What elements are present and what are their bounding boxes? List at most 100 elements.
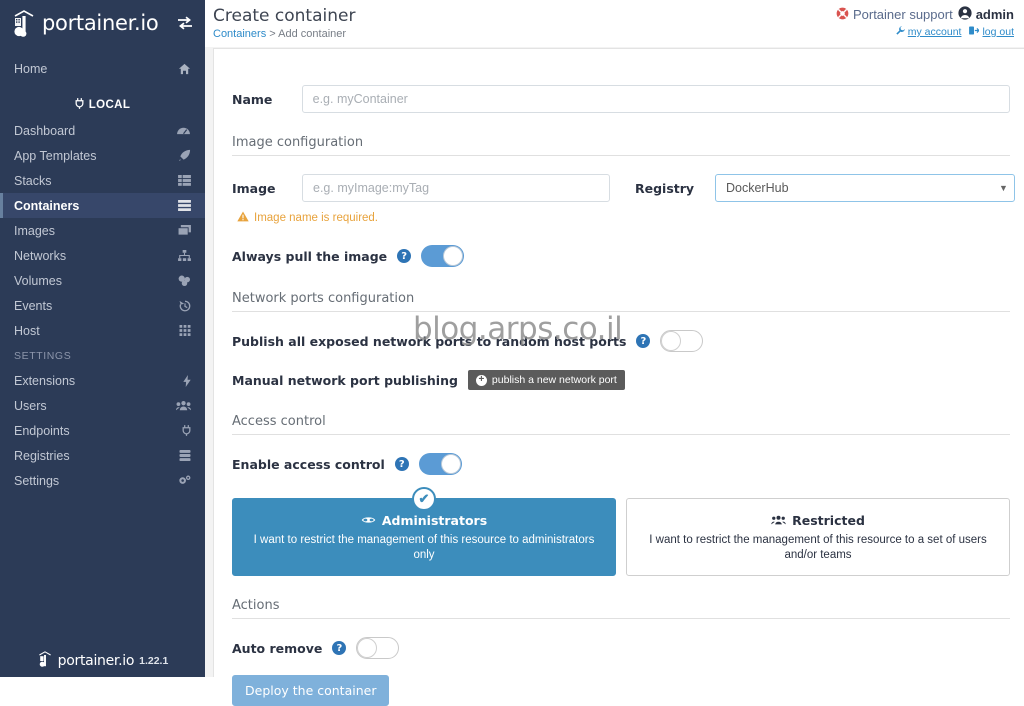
publish-all-ports-row: Publish all exposed network ports to ran… — [232, 330, 1010, 352]
portainer-logo-icon-small — [37, 650, 53, 671]
user-row-primary: Portainer support admin — [836, 6, 1014, 23]
sidebar-item-label: Home — [14, 61, 48, 76]
sidebar: portainer.io Home LOCAL Dashboard App Te… — [0, 0, 205, 677]
sidebar-item-app-templates[interactable]: App Templates — [0, 143, 205, 168]
breadcrumb-containers-link[interactable]: Containers — [213, 28, 266, 40]
enable-access-control-row: Enable access control ? — [232, 453, 1010, 475]
portainer-support-link[interactable]: Portainer support — [836, 7, 953, 23]
sidebar-item-label: Endpoints — [14, 423, 70, 438]
warning-triangle-icon — [237, 211, 249, 225]
containers-icon — [173, 200, 191, 211]
sidebar-item-networks[interactable]: Networks — [0, 243, 205, 268]
sidebar-item-extensions[interactable]: Extensions — [0, 368, 205, 393]
manual-port-publishing-label: Manual network port publishing — [232, 372, 458, 388]
sidebar-item-label: Host — [14, 323, 40, 338]
bolt-icon — [173, 374, 191, 387]
create-container-form-card: Name Image configuration Image Registry … — [213, 48, 1024, 706]
always-pull-label: Always pull the image — [232, 248, 388, 264]
user-name-label: admin — [975, 7, 1014, 22]
volumes-icon — [173, 275, 191, 286]
breadcrumb-separator: > — [269, 28, 276, 40]
publish-all-ports-toggle[interactable] — [660, 330, 704, 352]
help-icon[interactable]: ? — [394, 457, 409, 471]
sidebar-item-label: Networks — [14, 248, 67, 263]
network-icon — [173, 250, 191, 261]
user-name[interactable]: admin — [958, 6, 1014, 23]
sidebar-item-users[interactable]: Users — [0, 393, 205, 418]
sidebar-item-containers[interactable]: Containers — [0, 193, 205, 218]
sidebar-footer: portainer.io 1.22.1 — [0, 650, 205, 671]
access-option-title-label: Restricted — [792, 513, 865, 528]
ninja-icon — [361, 513, 376, 528]
help-icon[interactable]: ? — [332, 641, 347, 655]
sidebar-item-images[interactable]: Images — [0, 218, 205, 243]
users-group-icon — [771, 513, 786, 528]
access-option-title-label: Administrators — [381, 513, 488, 528]
sidebar-brand-label: portainer.io — [42, 10, 159, 35]
image-row: Image Registry DockerHub ▼ — [232, 174, 1015, 202]
user-circle-icon — [958, 6, 972, 23]
gears-icon — [173, 475, 191, 487]
exchange-arrows-icon[interactable] — [177, 16, 193, 30]
access-option-administrators[interactable]: ✔ Administrators I want to restrict the … — [232, 487, 616, 576]
deploy-container-button[interactable]: Deploy the container — [232, 675, 390, 706]
auto-remove-row: Auto remove ? — [232, 637, 1010, 659]
sidebar-endpoint-label: LOCAL — [88, 99, 131, 111]
sidebar-item-label: Users — [14, 398, 47, 413]
chevron-down-icon[interactable]: ▼ — [999, 183, 1008, 193]
help-icon[interactable]: ? — [397, 249, 412, 263]
sidebar-item-label: Dashboard — [14, 123, 76, 138]
enable-access-control-toggle[interactable] — [418, 453, 462, 475]
sign-out-icon — [969, 26, 981, 38]
publish-new-port-button[interactable]: + publish a new network port — [467, 370, 625, 390]
sidebar-item-host[interactable]: Host — [0, 318, 205, 343]
sidebar-footer-brand: portainer.io — [57, 652, 135, 669]
breadcrumb-current: Add container — [278, 28, 347, 40]
sidebar-item-events[interactable]: Events — [0, 293, 205, 318]
rocket-icon — [173, 149, 191, 162]
publish-new-port-label: publish a new network port — [491, 374, 617, 386]
access-option-description: I want to restrict the management of thi… — [253, 534, 595, 561]
portainer-support-label: Portainer support — [852, 7, 953, 22]
user-area: Portainer support admin my account log o… — [836, 6, 1014, 38]
image-input[interactable] — [302, 174, 610, 202]
help-icon[interactable]: ? — [636, 334, 651, 348]
sidebar-item-settings[interactable]: Settings — [0, 468, 205, 493]
logout-link[interactable]: log out — [969, 26, 1014, 38]
check-icon: ✔ — [412, 487, 436, 511]
sidebar-brand[interactable]: portainer.io — [0, 0, 205, 45]
access-option-title: Restricted — [637, 513, 999, 528]
sidebar-version: 1.22.1 — [139, 654, 169, 667]
auto-remove-label: Auto remove — [232, 640, 323, 656]
access-options: ✔ Administrators I want to restrict the … — [232, 487, 1010, 576]
sidebar-item-volumes[interactable]: Volumes — [0, 268, 205, 293]
sidebar-item-endpoints[interactable]: Endpoints — [0, 418, 205, 443]
users-icon — [173, 400, 191, 411]
enable-access-control-label: Enable access control — [232, 456, 385, 472]
always-pull-row: Always pull the image ? — [232, 245, 1010, 267]
plug-icon — [75, 98, 84, 112]
sidebar-item-home[interactable]: Home — [0, 56, 205, 81]
sidebar-item-label: App Templates — [14, 148, 97, 163]
auto-remove-toggle[interactable] — [356, 637, 400, 659]
sidebar-item-stacks[interactable]: Stacks — [0, 168, 205, 193]
sidebar-item-label: Volumes — [14, 273, 62, 288]
network-ports-section-title: Network ports configuration — [232, 291, 1010, 312]
name-input[interactable] — [301, 85, 1010, 113]
registry-select[interactable]: DockerHub — [715, 174, 1015, 202]
image-configuration-section-title: Image configuration — [232, 135, 1010, 156]
sidebar-section-settings: SETTINGS — [14, 349, 72, 362]
always-pull-toggle[interactable] — [421, 245, 465, 267]
my-account-link[interactable]: my account — [896, 26, 961, 38]
sidebar-item-registries[interactable]: Registries — [0, 443, 205, 468]
sidebar-item-label: Events — [14, 298, 53, 313]
access-option-restricted[interactable]: Restricted I want to restrict the manage… — [626, 498, 1010, 576]
sidebar-item-dashboard[interactable]: Dashboard — [0, 118, 205, 143]
publish-all-ports-label: Publish all exposed network ports to ran… — [232, 333, 627, 349]
actions-section-title: Actions — [232, 598, 1010, 619]
sidebar-item-label: Extensions — [14, 373, 76, 388]
sidebar-endpoint-local: LOCAL — [0, 92, 205, 118]
registry-icon — [173, 450, 191, 461]
